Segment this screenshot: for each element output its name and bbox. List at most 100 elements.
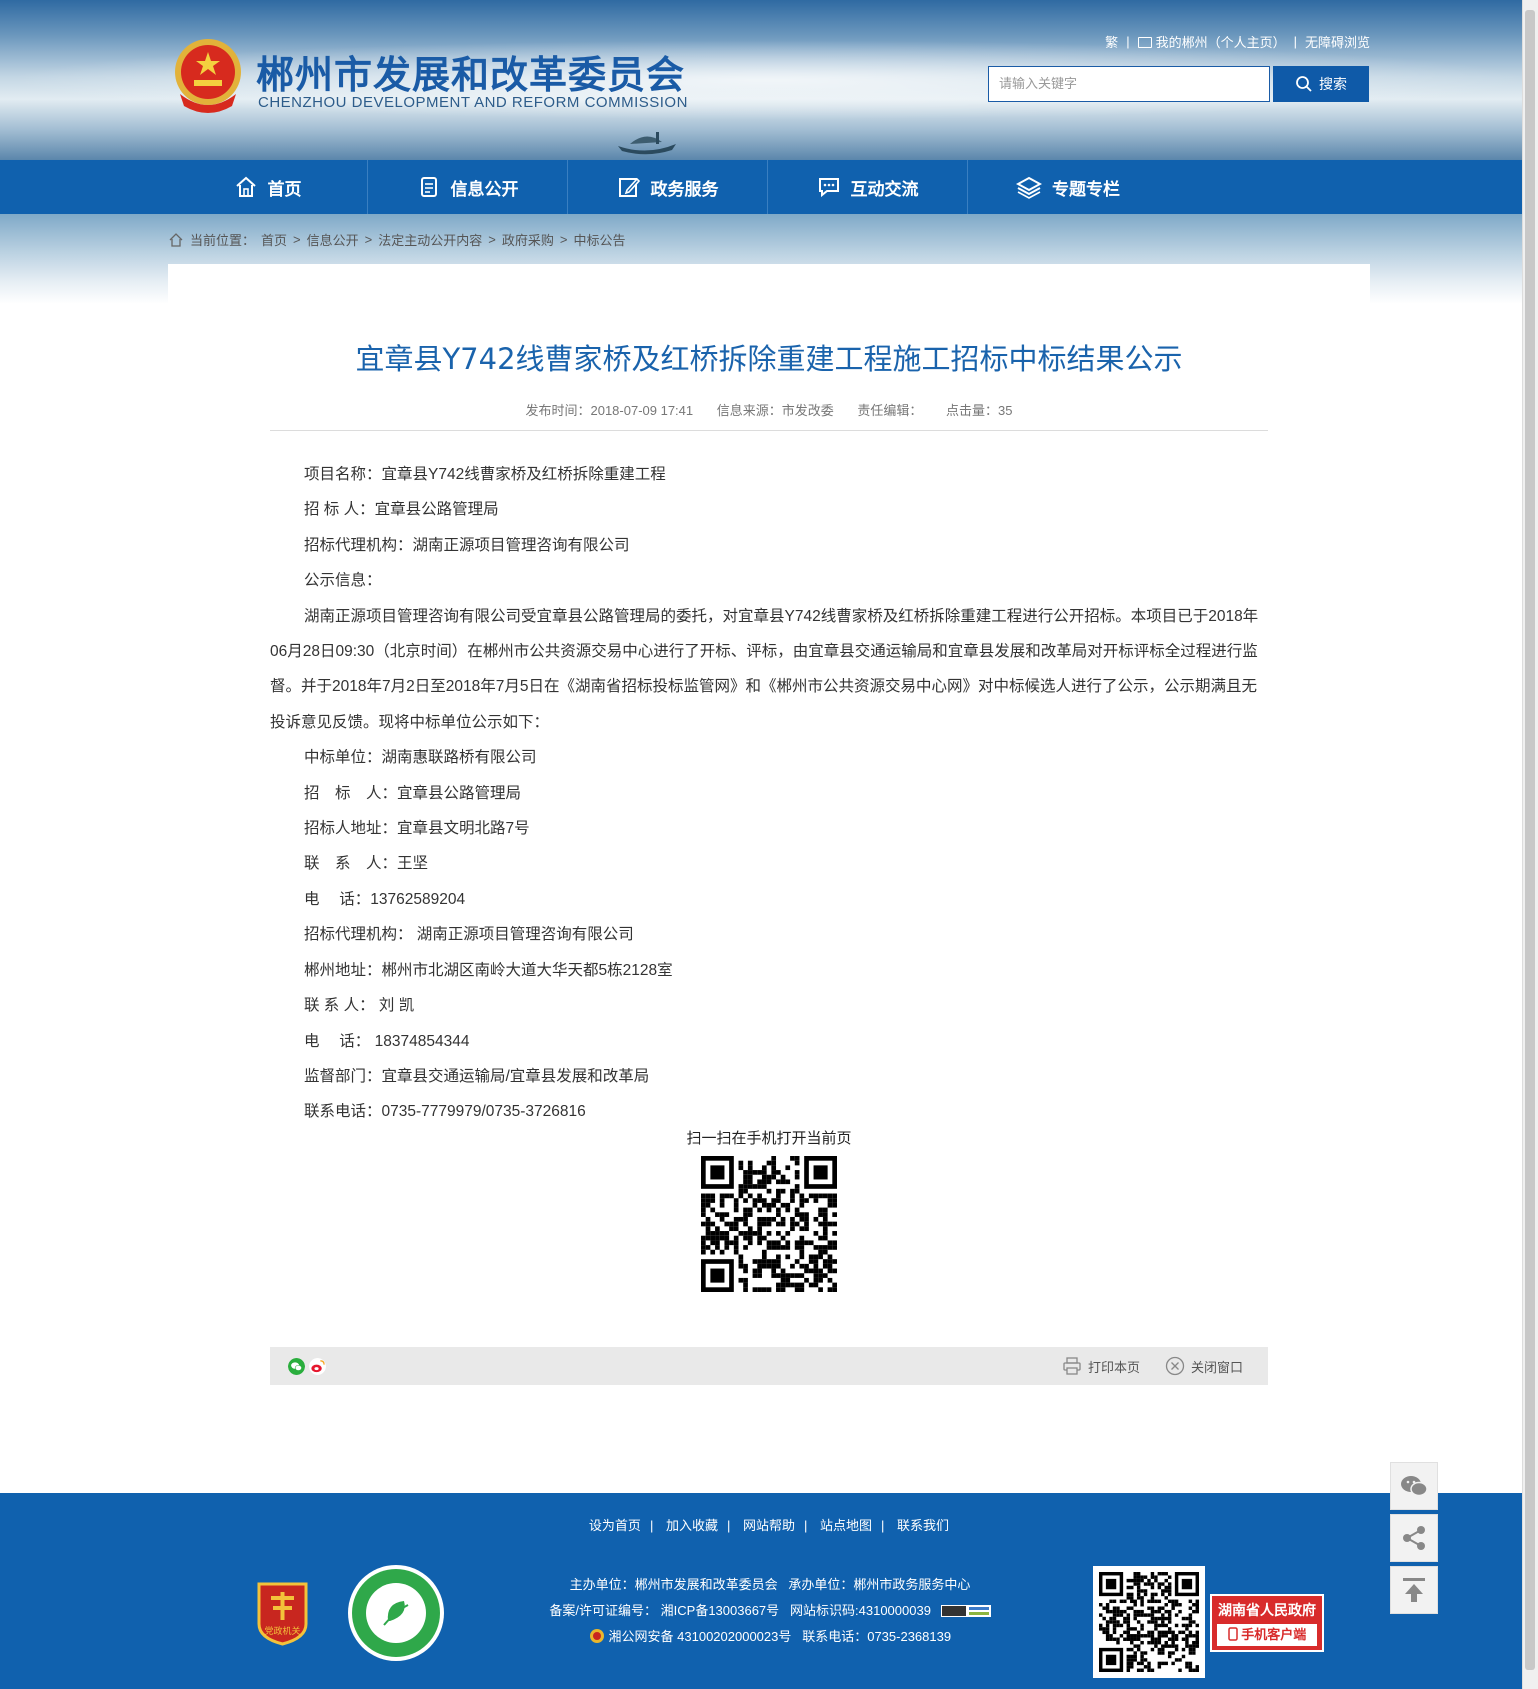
hit-count: 点击量：35: [946, 403, 1013, 418]
footer-qr-code: [1099, 1572, 1199, 1672]
qr-caption: 扫一扫在手机打开当前页: [686, 1130, 852, 1147]
paragraph: 郴州地址：郴州市北湖区南岭大道大华天都5栋2128室: [304, 961, 673, 979]
article-meta: 发布时间：2018-07-09 17:41 信息来源：市发改委 责任编辑： 点击…: [270, 400, 1268, 419]
paragraph: 联 系 人：王坚: [304, 855, 429, 873]
weibo-icon[interactable]: [309, 1358, 326, 1375]
responsible-editor: 责任编辑：: [857, 403, 923, 418]
wechat-icon[interactable]: [288, 1358, 305, 1375]
paragraph: 中标单位：湖南惠联路桥有限公司: [304, 749, 537, 767]
breadcrumb-separator: >: [559, 232, 568, 247]
footer-info: 主办单位：郴州市发展和改革委员会 承办单位：郴州市政务服务中心 备案/许可证编号…: [470, 1572, 1070, 1650]
side-share-button[interactable]: [1390, 1514, 1438, 1562]
search-input[interactable]: 请输入关键字: [988, 66, 1270, 102]
party-gov-badge-text: 党政机关: [264, 1625, 300, 1637]
main-nav: 首页 信息公开 政务服务 互动交流 专题专栏: [0, 160, 1538, 214]
close-circle-icon: [1165, 1356, 1185, 1376]
title-divider: [270, 430, 1268, 431]
breadcrumb-item-info[interactable]: 信息公开: [307, 230, 359, 249]
nav-label: 互动交流: [850, 179, 919, 199]
paragraph: 招标代理机构： 湖南正源项目管理咨询有限公司: [304, 926, 634, 944]
paragraph: 招标代理机构：湖南正源项目管理咨询有限公司: [304, 536, 630, 554]
paragraph: 招 标 人：宜章县公路管理局: [304, 784, 522, 802]
publish-time: 发布时间：2018-07-09 17:41: [525, 403, 694, 418]
close-window-button[interactable]: 关闭窗口: [1165, 1356, 1243, 1376]
back-to-top-button[interactable]: [1390, 1566, 1438, 1614]
share-icons: [288, 1358, 326, 1375]
police-badge-icon: [589, 1629, 604, 1643]
print-label: 打印本页: [1088, 1359, 1141, 1375]
site-title[interactable]: 郴州市发展和改革委员会: [256, 44, 685, 99]
party-gov-badge-icon[interactable]: 党政机关: [255, 1580, 310, 1646]
article-title: 宜章县Y742线曹家桥及红桥拆除重建工程施工招标中标结果公示: [355, 342, 1183, 376]
footer-line-units: 主办单位：郴州市发展和改革委员会 承办单位：郴州市政务服务中心: [470, 1572, 1070, 1598]
nav-item-gov-services[interactable]: 政务服务: [568, 160, 768, 214]
my-chenzhou-label: 我的郴州（个人主页）: [1155, 35, 1286, 50]
mobile-icon: [1227, 1627, 1238, 1641]
breadcrumb-item-home[interactable]: 首页: [261, 230, 287, 249]
breadcrumb-separator: >: [488, 232, 496, 247]
icp-number[interactable]: 备案/许可证编号： 湘ICP备13003667号: [549, 1603, 779, 1618]
sponsor-unit: 主办单位：郴州市发展和改革委员会: [569, 1577, 778, 1592]
footer-phone: 联系电话：0735-2368139: [802, 1629, 952, 1644]
footer-link-sitemap[interactable]: 站点地图: [820, 1518, 872, 1533]
nav-item-info-disclosure[interactable]: 信息公开: [368, 160, 568, 214]
chat-icon: [818, 178, 839, 198]
civilization-city-badge-icon[interactable]: [346, 1563, 446, 1663]
footer-link-contact[interactable]: 联系我们: [897, 1518, 949, 1533]
scrollbar-thumb[interactable]: [1525, 10, 1535, 1670]
paragraph: 联 系 人： 刘 凯: [304, 997, 415, 1015]
footer-link-help[interactable]: 网站帮助: [743, 1518, 795, 1533]
organizer-unit: 承办单位：郴州市政务服务中心: [788, 1577, 971, 1592]
article-body: 项目名称：宜章县Y742线曹家桥及红桥拆除重建工程 招 标 人：宜章县公路管理局…: [270, 457, 1268, 1130]
breadcrumb-item-procurement[interactable]: 政府采购: [502, 230, 554, 249]
paragraph: 联系电话：0735-7779979/0735-3726816: [304, 1103, 586, 1121]
breadcrumb-item-statutory[interactable]: 法定主动公开内容: [378, 230, 482, 249]
nav-item-home[interactable]: 首页: [168, 160, 368, 214]
site-subtitle: CHENZHOU DEVELOPMENT AND REFORM COMMISSI…: [258, 94, 688, 111]
search-button[interactable]: 搜索: [1273, 66, 1369, 102]
layers-icon: [1016, 176, 1042, 199]
paragraph: 电 话：13762589204: [304, 890, 466, 908]
breadcrumb: 当前位置： 首页 > 信息公开 > 法定主动公开内容 > 政府采购 > 中标公告: [168, 230, 625, 249]
footer-line-police: 湘公网安备 43100202000023号 联系电话：0735-2368139: [470, 1624, 1070, 1650]
close-label: 关闭窗口: [1191, 1359, 1244, 1375]
nav-label: 政务服务: [650, 179, 719, 199]
nav-item-special-topics[interactable]: 专题专栏: [968, 160, 1168, 214]
separator: |: [1293, 34, 1297, 49]
printer-icon: [1063, 1357, 1081, 1375]
breadcrumb-item-bid-notice[interactable]: 中标公告: [573, 230, 625, 249]
side-wechat-button[interactable]: [1390, 1462, 1438, 1510]
paragraph: 项目名称：宜章县Y742线曹家桥及红桥拆除重建工程: [304, 466, 666, 483]
paragraph: 招标人地址：宜章县文明北路7号: [304, 820, 530, 838]
cnzz-icon[interactable]: [940, 1605, 991, 1617]
home-icon: [235, 176, 256, 197]
footer-link-set-home[interactable]: 设为首页: [589, 1518, 641, 1533]
wechat-icon: [1401, 1476, 1428, 1497]
page-qr-code: [701, 1156, 837, 1292]
footer-link-favorite[interactable]: 加入收藏: [666, 1518, 718, 1533]
share-icon: [1403, 1526, 1425, 1550]
breadcrumb-prefix: 当前位置：: [190, 233, 256, 248]
separator: |: [804, 1518, 808, 1533]
print-page-button[interactable]: 打印本页: [1062, 1356, 1140, 1376]
police-record[interactable]: 湘公网安备 43100202000023号: [609, 1629, 792, 1644]
info-source: 信息来源：市发改委: [716, 403, 834, 418]
paragraph: 湖南正源项目管理咨询有限公司受宜章县公路管理局的委托，对宜章县Y742线曹家桥及…: [270, 607, 1259, 731]
breadcrumb-separator: >: [293, 232, 301, 247]
my-chenzhou-link[interactable]: 我的郴州（个人主页）: [1137, 32, 1286, 51]
separator: |: [726, 1518, 731, 1533]
paragraph: 电 话： 18374854344: [304, 1032, 470, 1050]
paragraph: 招 标 人：宜章县公路管理局: [304, 501, 499, 519]
nav-item-interaction[interactable]: 互动交流: [768, 160, 968, 214]
home-outline-icon: [169, 232, 183, 247]
accessibility-link[interactable]: 无障碍浏览: [1305, 32, 1370, 51]
top-links: 繁 | 我的郴州（个人主页） | 无障碍浏览: [1105, 32, 1370, 51]
search-icon: [1296, 76, 1312, 92]
edit-icon: [618, 177, 640, 197]
paragraph: 公示信息：: [304, 572, 382, 590]
national-emblem-icon: [175, 39, 241, 113]
hunan-gov-app-badge[interactable]: 湖南省人民政府 手机客户端: [1210, 1594, 1324, 1652]
traditional-chinese-link[interactable]: 繁: [1105, 32, 1118, 51]
footer-qr-frame: [1093, 1566, 1205, 1678]
footer-links: 设为首页 | 加入收藏 | 网站帮助 | 站点地图 | 联系我们: [0, 1515, 1538, 1534]
